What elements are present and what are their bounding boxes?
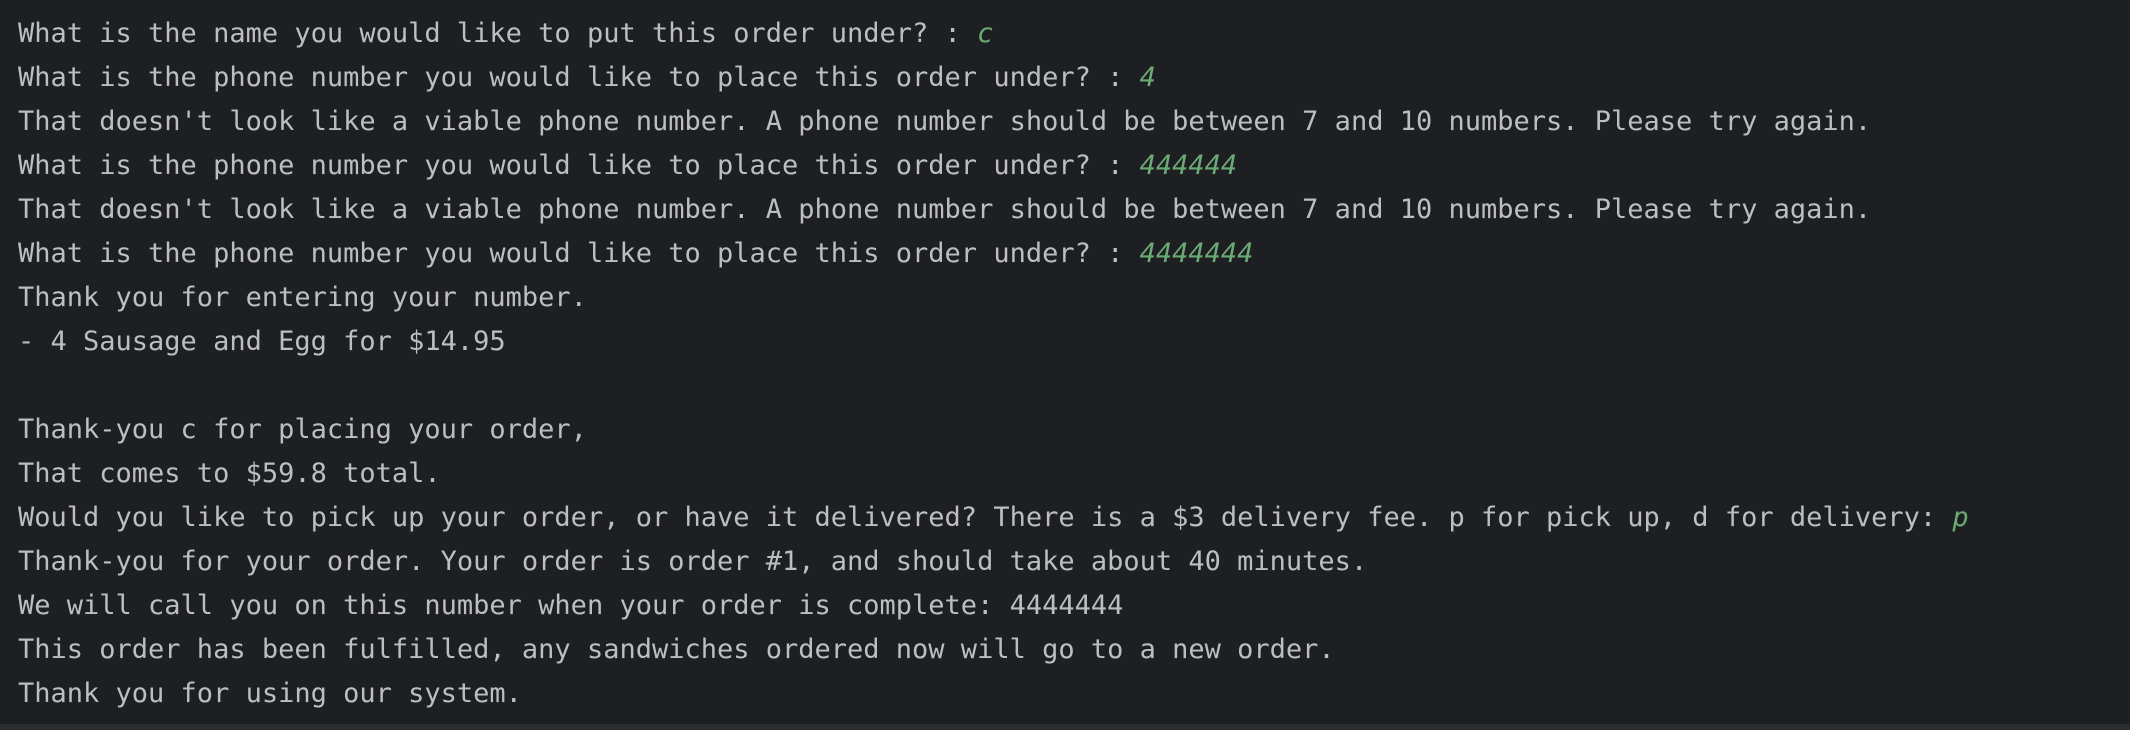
output-text: Thank-you c for placing your order, <box>18 414 587 445</box>
console-line: - 4 Sausage and Egg for $14.95 <box>18 320 506 364</box>
prompt-text: What is the phone number you would like … <box>18 238 1140 269</box>
console-line: This order has been fulfilled, any sandw… <box>18 628 1335 672</box>
console-line: We will call you on this number when you… <box>18 584 1123 628</box>
user-input-text: 4 <box>1139 62 1156 93</box>
output-text: Thank you for entering your number. <box>18 282 587 313</box>
prompt-text: What is the phone number you would like … <box>18 62 1140 93</box>
console-line: That doesn't look like a viable phone nu… <box>18 188 1871 232</box>
output-text: That doesn't look like a viable phone nu… <box>18 194 1872 225</box>
output-text: Thank you for using our system. <box>18 678 522 709</box>
console-line: That doesn't look like a viable phone nu… <box>18 100 1871 144</box>
console-line: That comes to $59.8 total. <box>18 452 441 496</box>
user-input-text: p <box>1952 502 1969 533</box>
console-line: What is the name you would like to put t… <box>18 12 993 56</box>
console-line: What is the phone number you would like … <box>18 144 1237 188</box>
order-item-text: - 4 Sausage and Egg for $14.95 <box>18 326 506 357</box>
console-line: What is the phone number you would like … <box>18 232 1253 276</box>
user-input-text: 444444 <box>1139 150 1238 181</box>
output-text: This order has been fulfilled, any sandw… <box>18 634 1335 665</box>
prompt-text: What is the name you would like to put t… <box>18 18 978 49</box>
total-text: That comes to $59.8 total. <box>18 458 441 489</box>
console-line: Thank-you c for placing your order, <box>18 408 587 452</box>
user-input-text: c <box>977 18 994 49</box>
console-line: Would you like to pick up your order, or… <box>18 496 1969 540</box>
output-text: Thank-you for your order. Your order is … <box>18 546 1368 577</box>
console-line: Thank-you for your order. Your order is … <box>18 540 1367 584</box>
output-text: We will call you on this number when you… <box>18 590 1124 621</box>
prompt-text: Would you like to pick up your order, or… <box>18 502 1953 533</box>
output-text: That doesn't look like a viable phone nu… <box>18 106 1872 137</box>
console-line: Thank you for using our system. <box>18 672 522 716</box>
user-input-text: 4444444 <box>1139 238 1254 269</box>
console-bottom-border <box>0 724 2130 730</box>
prompt-text: What is the phone number you would like … <box>18 150 1140 181</box>
run-console-output[interactable]: What is the name you would like to put t… <box>0 0 2130 730</box>
console-line: What is the phone number you would like … <box>18 56 1156 100</box>
console-line: Thank you for entering your number. <box>18 276 587 320</box>
clipped-previous-line <box>0 0 2130 6</box>
